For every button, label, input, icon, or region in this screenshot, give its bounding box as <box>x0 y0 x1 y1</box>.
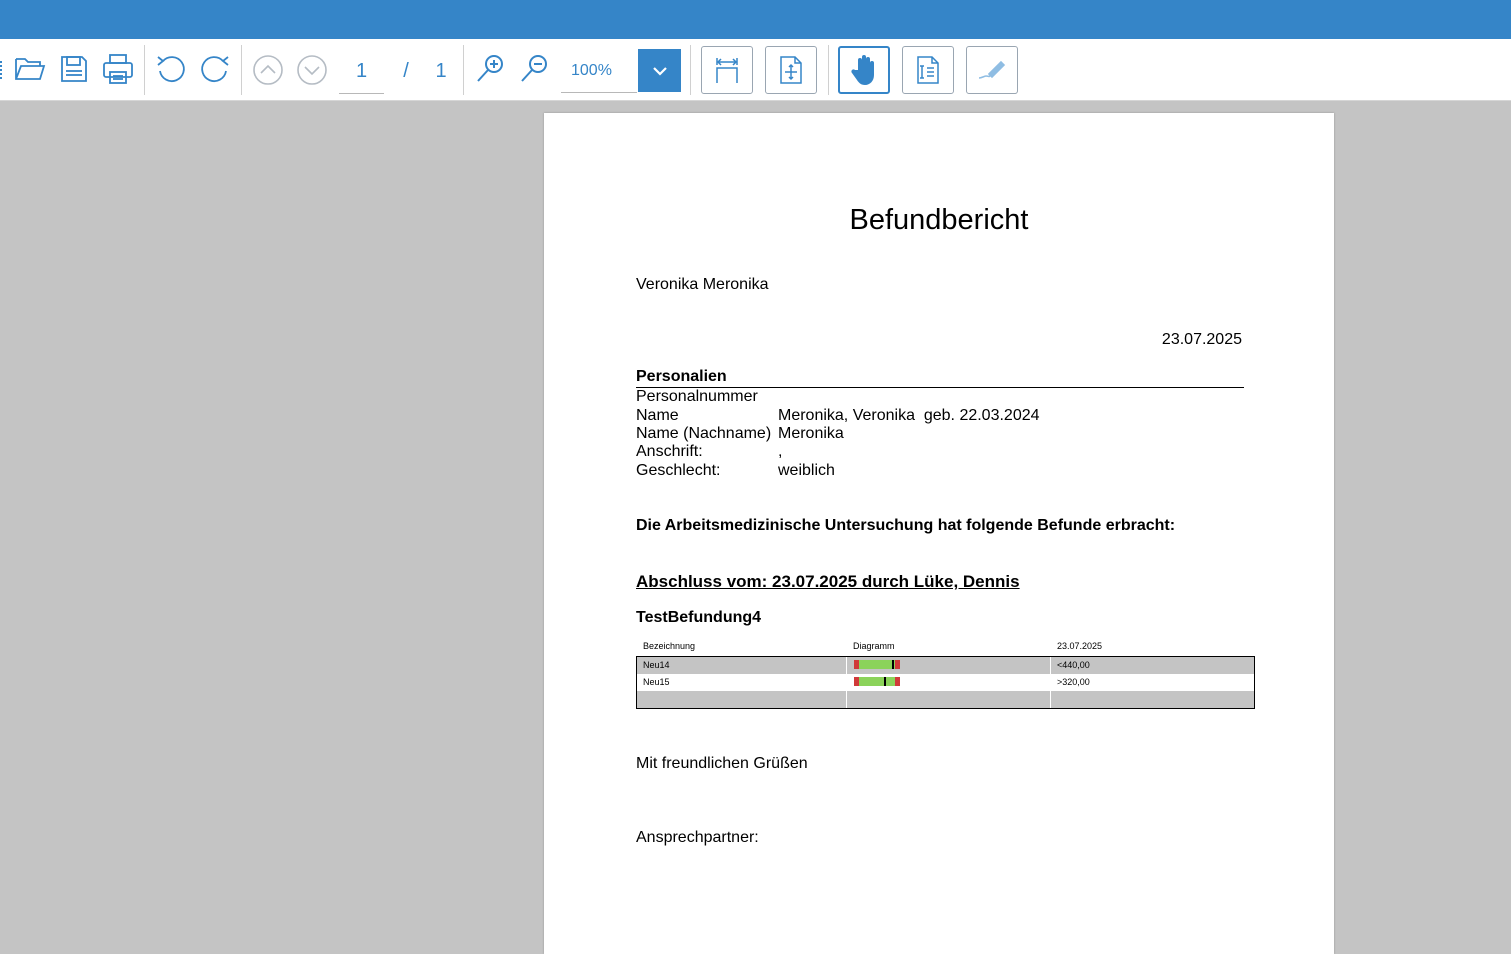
table-header: Bezeichnung Diagramm 23.07.2025 <box>636 638 1255 656</box>
print-icon[interactable] <box>100 51 136 87</box>
text-select-icon <box>917 56 939 84</box>
range-bar <box>854 660 900 669</box>
personal-label: Name <box>636 407 679 424</box>
range-marker <box>892 660 894 669</box>
range-marker <box>884 677 886 686</box>
fit-page-button[interactable] <box>765 46 817 94</box>
row-value: >320,00 <box>1057 677 1090 687</box>
personal-label: Geschlecht: <box>636 462 721 479</box>
redo-icon[interactable] <box>197 51 233 87</box>
toolbar-separator <box>241 45 242 95</box>
title-bar <box>0 0 1511 39</box>
fit-width-button[interactable] <box>701 46 753 94</box>
range-bar <box>854 677 900 686</box>
personal-label: Anschrift: <box>636 443 703 460</box>
personal-value: , <box>778 443 783 460</box>
hand-tool-icon <box>851 55 874 85</box>
hand-tool-button[interactable] <box>838 46 890 94</box>
personal-label: Personalnummer <box>636 388 758 405</box>
page-separator: / <box>403 59 409 82</box>
document-title: Befundbericht <box>849 204 1029 236</box>
document-date: 23.07.2025 <box>1161 331 1242 348</box>
personal-label: Name (Nachname) <box>636 425 772 442</box>
undo-icon[interactable] <box>153 51 189 87</box>
toolbar-separator <box>463 45 464 95</box>
row-name: Neu15 <box>643 677 670 687</box>
results-table: Bezeichnung Diagramm 23.07.2025 Neu14 <4… <box>636 638 1255 709</box>
zoom-in-icon[interactable] <box>472 51 508 87</box>
column-header: 23.07.2025 <box>1057 641 1103 651</box>
text-select-button[interactable] <box>902 46 954 94</box>
befund-title: TestBefundung4 <box>636 609 762 626</box>
personal-value: Meronika <box>778 425 844 442</box>
table-row: Neu14 <440,00 <box>637 657 1254 674</box>
toolbar-separator <box>828 45 829 95</box>
toolbar-separator <box>690 45 691 95</box>
chevron-down-icon <box>652 66 667 76</box>
save-icon[interactable] <box>56 51 92 87</box>
recipient-name: Veronika Meronika <box>636 276 769 293</box>
closing-text: Mit freundlichen Grüßen <box>636 755 808 772</box>
document-page: Befundbericht Veronika Meronika 23.07.20… <box>544 113 1334 954</box>
page-number-input[interactable]: 1 <box>339 49 384 94</box>
abschluss-heading: Abschluss vom: 23.07.2025 durch Lüke, De… <box>636 572 1020 591</box>
open-folder-icon[interactable] <box>12 51 48 87</box>
personal-value: Meronika, Veronika geb. 22.03.2024 <box>778 407 1040 424</box>
personal-value: weiblich <box>778 462 835 479</box>
table-body: Neu14 <440,00 Neu15 >320,00 <box>636 656 1255 709</box>
table-row-empty <box>637 691 1254 708</box>
prev-page-icon[interactable] <box>250 52 286 88</box>
page-count: 1 <box>435 59 447 82</box>
section-personalien: Personalien <box>636 368 727 385</box>
zoom-dropdown-button[interactable] <box>638 49 681 92</box>
toolbar-grip[interactable] <box>0 61 5 79</box>
zoom-out-icon[interactable] <box>516 51 552 87</box>
findings-intro: Die Arbeitsmedizinische Untersuchung hat… <box>636 517 1176 534</box>
zoom-level-input[interactable]: 100% <box>561 49 637 93</box>
toolbar: 1 / 1 100% <box>0 39 1511 101</box>
table-row: Neu15 >320,00 <box>637 674 1254 691</box>
row-value: <440,00 <box>1057 660 1090 670</box>
toolbar-separator <box>144 45 145 95</box>
column-header: Bezeichnung <box>643 641 696 651</box>
contact-label: Ansprechpartner: <box>636 829 759 846</box>
fit-page-icon <box>780 56 802 84</box>
row-name: Neu14 <box>643 660 670 670</box>
next-page-icon[interactable] <box>294 52 330 88</box>
fit-width-icon <box>716 58 738 83</box>
column-header: Diagramm <box>853 641 895 651</box>
annotate-pen-icon <box>978 60 1006 79</box>
annotate-button[interactable] <box>966 46 1018 94</box>
